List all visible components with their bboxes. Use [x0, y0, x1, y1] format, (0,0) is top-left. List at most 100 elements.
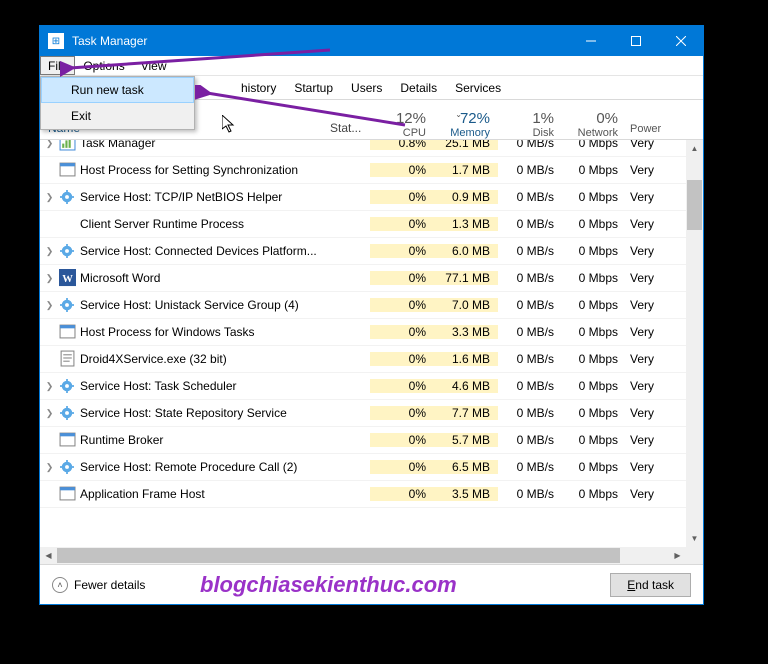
process-row[interactable]: Client Server Runtime Process0%1.3 MB0 M… — [40, 211, 703, 238]
titlebar[interactable]: ⊞ Task Manager — [40, 26, 703, 56]
process-icon — [59, 405, 76, 421]
tab-users[interactable]: Users — [342, 76, 391, 99]
process-row[interactable]: Application Frame Host0%3.5 MB0 MB/s0 Mb… — [40, 481, 703, 508]
tab-app-history[interactable]: history — [200, 76, 285, 99]
tab-services[interactable]: Services — [446, 76, 510, 99]
col-status[interactable]: Stat... — [330, 121, 370, 139]
process-row[interactable]: ❯Service Host: State Repository Service0… — [40, 400, 703, 427]
cell-power: Very — [626, 487, 666, 501]
cell-power: Very — [626, 433, 666, 447]
process-icon — [59, 459, 76, 475]
close-button[interactable] — [658, 26, 703, 56]
tab-details[interactable]: Details — [391, 76, 446, 99]
maximize-button[interactable] — [613, 26, 658, 56]
process-icon — [59, 378, 76, 394]
cell-power: Very — [626, 325, 666, 339]
cell-memory: 1.7 MB — [434, 163, 498, 177]
cell-memory: 7.0 MB — [434, 298, 498, 312]
process-row[interactable]: ❯Service Host: Unistack Service Group (4… — [40, 292, 703, 319]
cell-memory: 6.0 MB — [434, 244, 498, 258]
tab-startup[interactable]: Startup — [285, 76, 342, 99]
expand-icon[interactable]: ❯ — [40, 140, 59, 149]
process-name: Service Host: Remote Procedure Call (2) — [80, 460, 330, 474]
menu-exit[interactable]: Exit — [41, 103, 194, 129]
process-name: Microsoft Word — [80, 271, 330, 285]
menu-options[interactable]: Options — [75, 57, 132, 75]
process-icon — [59, 140, 76, 151]
cell-memory: 77.1 MB — [434, 271, 498, 285]
col-memory[interactable]: ⌄ 72% Memory — [434, 110, 498, 139]
process-row[interactable]: ❯Task Manager0.8%25.1 MB0 MB/s0 MbpsVery — [40, 140, 703, 157]
footer: ˄ Fewer details End task — [40, 564, 703, 604]
cell-power: Very — [626, 298, 666, 312]
cell-cpu: 0% — [370, 460, 434, 474]
process-row[interactable]: Host Process for Windows Tasks0%3.3 MB0 … — [40, 319, 703, 346]
scroll-right-icon[interactable]: ▶ — [669, 547, 686, 564]
minimize-button[interactable] — [568, 26, 613, 56]
cell-memory: 0.9 MB — [434, 190, 498, 204]
vertical-scrollbar[interactable]: ▲ ▼ — [686, 140, 703, 547]
scroll-left-icon[interactable]: ◀ — [40, 547, 57, 564]
menu-run-new-task[interactable]: Run new task — [41, 77, 194, 103]
menu-view[interactable]: View — [133, 57, 175, 75]
process-row[interactable]: ❯ Service Host: Remote Procedure Call (2)… — [40, 454, 703, 481]
expand-icon[interactable]: ❯ — [40, 408, 59, 419]
process-row[interactable]: ❯Service Host: Task Scheduler0%4.6 MB0 M… — [40, 373, 703, 400]
col-cpu[interactable]: 12% CPU — [370, 110, 434, 139]
cell-network: 0 Mbps — [562, 379, 626, 393]
process-row[interactable]: ❯WMicrosoft Word0%77.1 MB0 MB/s0 MbpsVer… — [40, 265, 703, 292]
expand-icon[interactable]: ❯ — [40, 381, 59, 392]
cell-network: 0 Mbps — [562, 433, 626, 447]
cell-memory: 1.3 MB — [434, 217, 498, 231]
cell-disk: 0 MB/s — [498, 140, 562, 150]
cell-power: Very — [626, 460, 666, 474]
menu-file[interactable]: File — [40, 56, 75, 75]
process-icon: W — [59, 270, 76, 286]
cell-disk: 0 MB/s — [498, 352, 562, 366]
process-row[interactable]: Runtime Broker0%5.7 MB0 MB/s0 MbpsVery — [40, 427, 703, 454]
expand-icon[interactable]: ❯ — [40, 273, 59, 284]
col-power[interactable]: Power — [626, 123, 666, 139]
cell-network: 0 Mbps — [562, 163, 626, 177]
cell-cpu: 0% — [370, 244, 434, 258]
cell-disk: 0 MB/s — [498, 325, 562, 339]
col-disk[interactable]: 1% Disk — [498, 110, 562, 139]
cell-power: Very — [626, 217, 666, 231]
fewer-details-button[interactable]: ˄ Fewer details — [52, 577, 145, 593]
process-row[interactable]: ❯Service Host: Connected Devices Platfor… — [40, 238, 703, 265]
scroll-up-icon[interactable]: ▲ — [686, 140, 703, 157]
cell-network: 0 Mbps — [562, 244, 626, 258]
cell-power: Very — [626, 271, 666, 285]
horizontal-scrollbar[interactable]: ◀ ▶ — [40, 547, 703, 564]
task-manager-window: ⊞ Task Manager File Options View Run new… — [39, 25, 704, 605]
cell-memory: 5.7 MB — [434, 433, 498, 447]
cell-disk: 0 MB/s — [498, 487, 562, 501]
cell-network: 0 Mbps — [562, 217, 626, 231]
expand-icon[interactable]: ❯ — [40, 192, 59, 203]
chevron-up-icon: ˄ — [52, 577, 68, 593]
process-row[interactable]: Host Process for Setting Synchronization… — [40, 157, 703, 184]
cell-disk: 0 MB/s — [498, 406, 562, 420]
process-row[interactable]: Droid4XService.exe (32 bit)0%1.6 MB0 MB/… — [40, 346, 703, 373]
cell-network: 0 Mbps — [562, 140, 626, 150]
process-name: Host Process for Windows Tasks — [80, 325, 330, 339]
process-icon — [59, 297, 76, 313]
expand-icon[interactable]: ❯ — [40, 300, 59, 311]
process-name: Droid4XService.exe (32 bit) — [80, 352, 330, 366]
process-icon — [59, 189, 76, 205]
expand-icon[interactable]: ❯ — [40, 246, 59, 257]
scroll-down-icon[interactable]: ▼ — [686, 530, 703, 547]
scroll-thumb-h[interactable] — [57, 548, 620, 563]
scroll-thumb[interactable] — [687, 180, 702, 230]
process-name: Host Process for Setting Synchronization — [80, 163, 330, 177]
cell-power: Very — [626, 379, 666, 393]
process-name: Runtime Broker — [80, 433, 330, 447]
expand-icon[interactable]: ❯ — [40, 462, 59, 473]
col-network[interactable]: 0% Network — [562, 110, 626, 139]
cell-memory: 7.7 MB — [434, 406, 498, 420]
cell-cpu: 0% — [370, 325, 434, 339]
cell-power: Very — [626, 163, 666, 177]
process-row[interactable]: ❯Service Host: TCP/IP NetBIOS Helper0%0.… — [40, 184, 703, 211]
cell-network: 0 Mbps — [562, 487, 626, 501]
end-task-button[interactable]: End task — [610, 573, 691, 597]
